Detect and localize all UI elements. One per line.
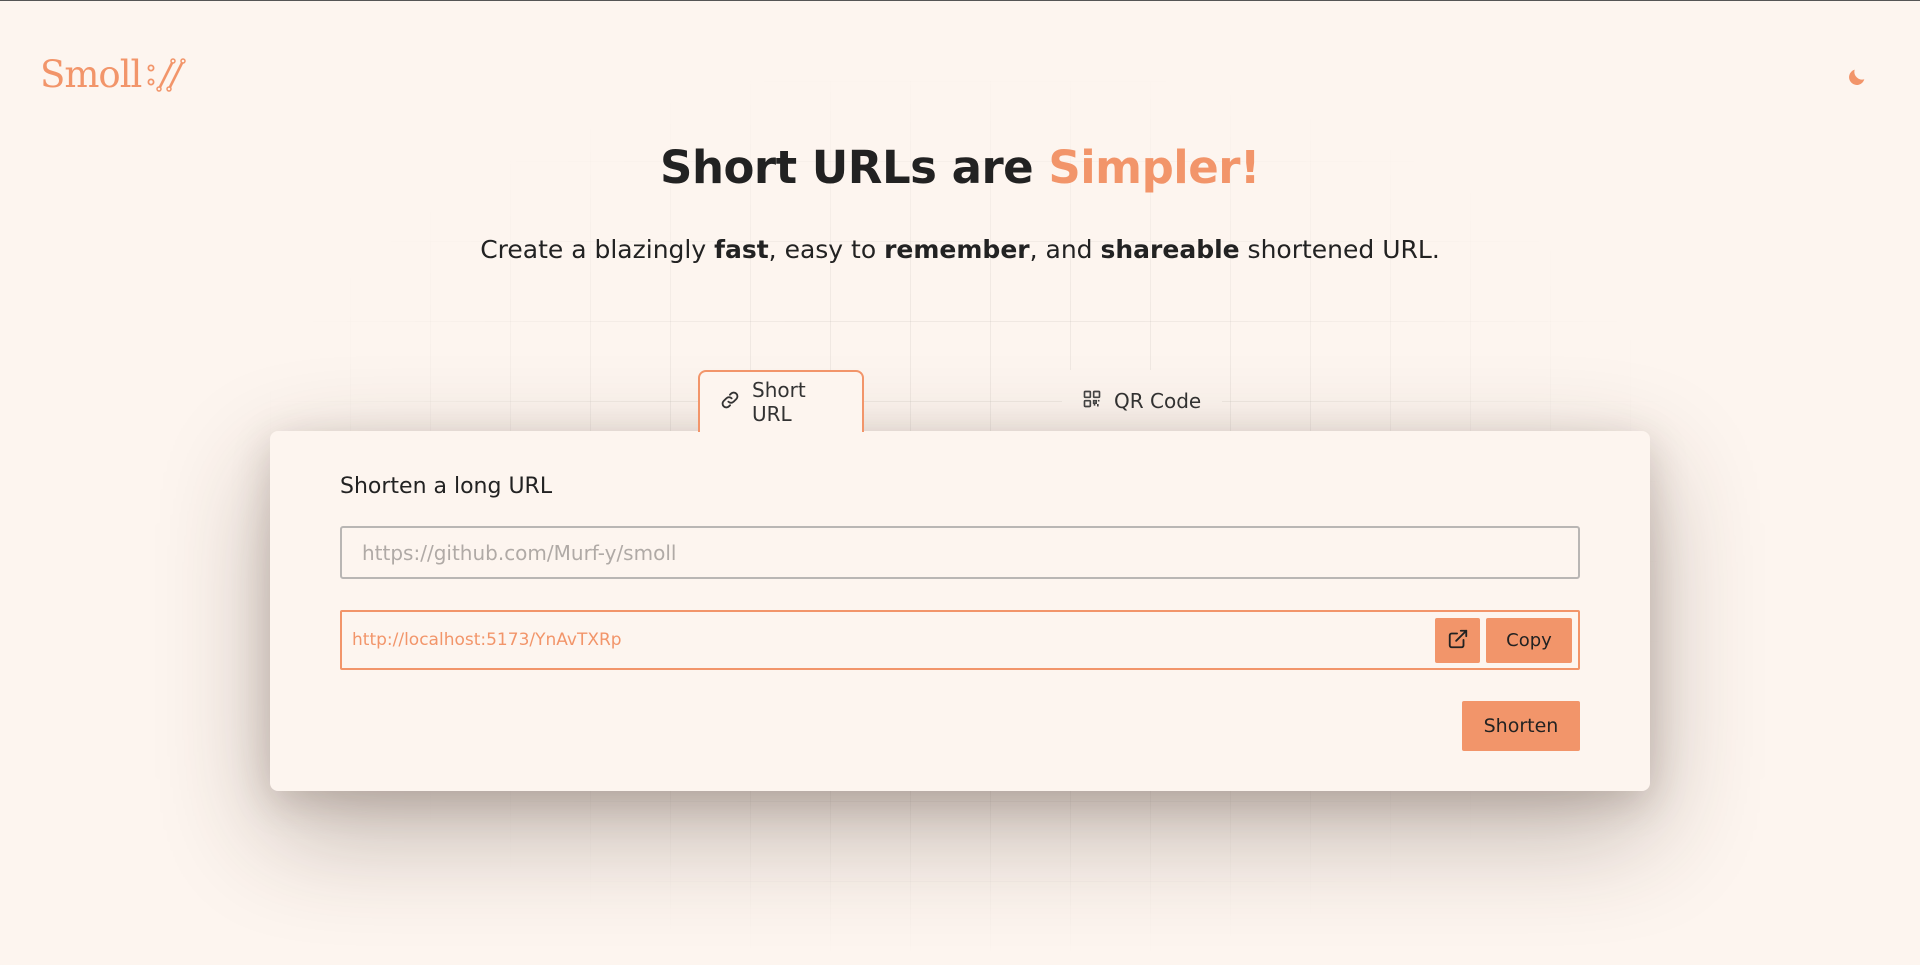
shorten-button[interactable]: Shorten [1462, 701, 1580, 751]
tab-short-url-label: Short URL [752, 378, 806, 426]
slashes-mark-icon [147, 57, 189, 93]
hero-title: Short URLs are Simpler! [0, 141, 1920, 194]
short-url-link[interactable]: http://localhost:5173/YnAvTXRp [342, 630, 1435, 650]
card-heading: Shorten a long URL [340, 474, 553, 499]
hero-title-accent: Simpler! [1048, 141, 1260, 194]
open-link-button[interactable] [1435, 617, 1480, 663]
logo[interactable]: Smoll [40, 53, 189, 96]
hero-subtitle: Create a blazingly fast, easy to remembe… [0, 235, 1920, 264]
hero-title-main: Short URLs are [660, 141, 1034, 194]
subtitle-text: , and [1029, 235, 1101, 264]
tab-qr-code-label: QR Code [1114, 389, 1202, 413]
moon-icon [1846, 69, 1868, 91]
theme-toggle-button[interactable] [1844, 65, 1870, 91]
copy-button[interactable]: Copy [1486, 617, 1572, 663]
subtitle-shareable: shareable [1100, 235, 1240, 264]
external-link-icon [1447, 628, 1469, 653]
long-url-input[interactable] [340, 526, 1580, 579]
subtitle-text: shortened URL. [1239, 235, 1440, 264]
subtitle-fast: fast [714, 235, 769, 264]
link-icon [720, 390, 740, 415]
tab-short-url[interactable]: Short URL [698, 370, 864, 432]
qr-code-icon [1082, 389, 1102, 414]
tab-qr-code[interactable]: QR Code [1062, 370, 1222, 432]
subtitle-text: , easy to [768, 235, 885, 264]
subtitle-remember: remember [884, 235, 1030, 264]
shorten-card: Shorten a long URL http://localhost:5173… [270, 431, 1650, 791]
result-box: http://localhost:5173/YnAvTXRp Copy [340, 610, 1580, 670]
subtitle-text: Create a blazingly [480, 235, 715, 264]
logo-text: Smoll [40, 53, 142, 96]
